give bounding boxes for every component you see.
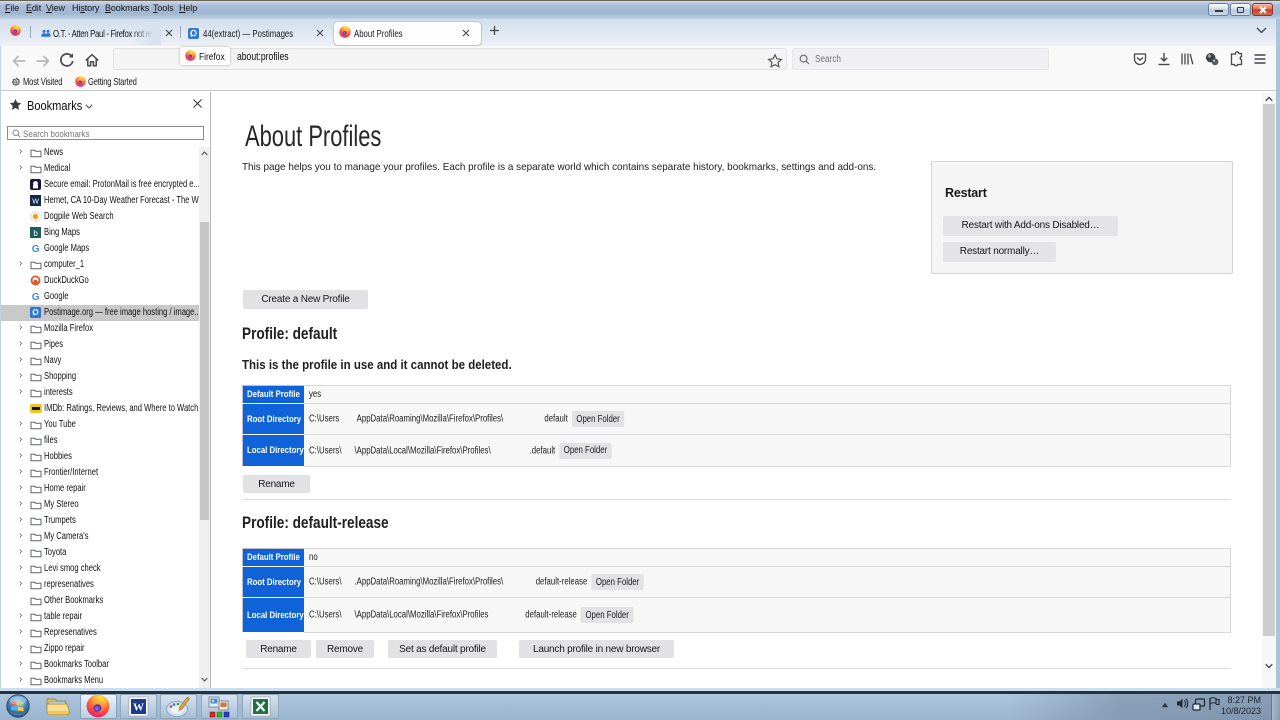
- svg-text:G: G: [32, 244, 40, 254]
- svg-text:G: G: [32, 292, 40, 302]
- svg-text:W: W: [133, 702, 144, 714]
- svg-text:W: W: [32, 199, 39, 206]
